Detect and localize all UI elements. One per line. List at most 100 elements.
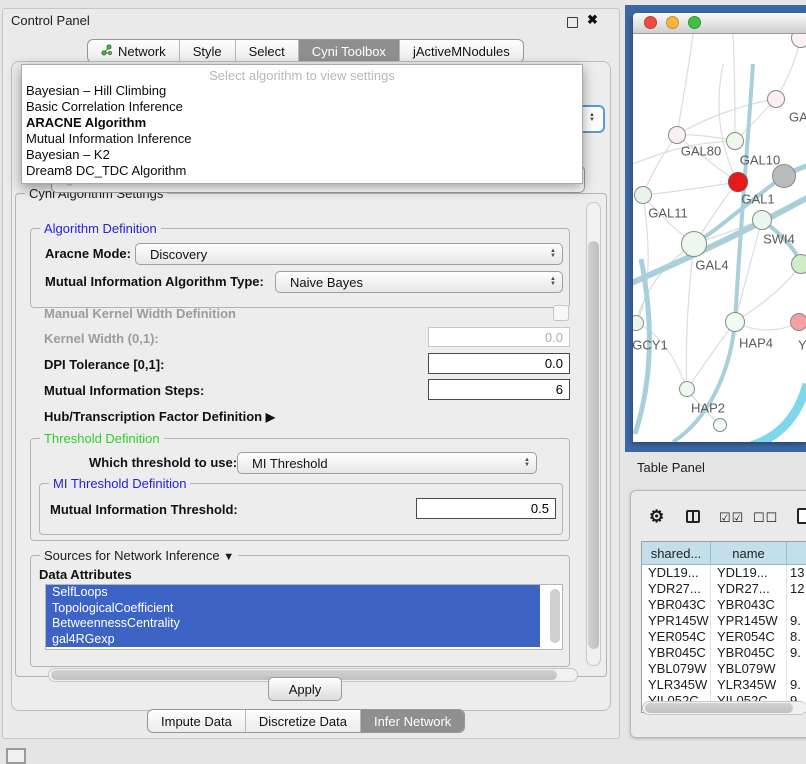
node-label: HAP2 [691,401,725,416]
mi-steps-input[interactable] [428,379,570,400]
dropdown-prompt: Select algorithm to view settings [22,65,582,83]
table-row[interactable]: YBR045CYBR045C9. [642,645,806,661]
attribute-item[interactable]: TopologicalCoefficient [46,601,540,617]
dpi-tolerance-label: DPI Tolerance [0,1]: [44,357,164,372]
algorithm-definition-group: Algorithm Definition Aracne Mode: Discov… [30,228,570,308]
combo-arrows-icon: ▲▼ [544,277,562,287]
table-row[interactable]: YLR345WYLR345W9. [642,677,806,693]
table-row[interactable]: YBR043CYBR043C [642,597,806,613]
network-window-titlebar[interactable] [633,13,806,34]
minimize-window-icon[interactable] [666,16,679,29]
table-panel-title: Table Panel [637,460,705,475]
network-view-frame: GAL GAL80 GAL10 GAL1 GAL11 SWI4 GAL4 GCY… [625,5,806,452]
network-window[interactable]: GAL GAL80 GAL10 GAL1 GAL11 SWI4 GAL4 GCY… [633,13,806,442]
node-swi4[interactable] [752,210,772,230]
table-horizontal-scrollbar[interactable] [642,701,806,715]
mi-type-combo[interactable]: Naive Bayes ▲▼ [275,271,563,293]
tab-discretize-data[interactable]: Discretize Data [245,710,360,732]
table-header-row: shared... name [642,542,806,565]
node-salmon[interactable] [790,313,806,331]
node-green-right[interactable] [791,254,806,274]
control-panel: Control Panel ✖ Network Style Select [2,8,620,739]
group-title: Threshold Definition [40,431,164,446]
document-icon[interactable] [797,508,806,524]
apply-button[interactable]: Apply [268,677,342,701]
table-row[interactable]: YDR27...YDR27...12 [642,581,806,597]
expand-down-icon: ▼ [223,551,234,563]
table-row[interactable]: YBL079WYBL079W [642,661,806,677]
combo-arrows-icon: ▲▼ [544,249,562,259]
manual-kernel-checkbox[interactable] [553,305,569,321]
algorithm-option[interactable]: Dream8 DC_TDC Algorithm [22,163,582,179]
algorithm-option[interactable]: Bayesian – Hill Climbing [22,83,582,99]
node-hap2[interactable] [679,381,695,397]
aracne-mode-combo[interactable]: Discovery ▲▼ [135,243,563,265]
node-gal7[interactable] [767,90,785,108]
tab-jactivemnodules[interactable]: jActiveMNodules [399,40,523,62]
sources-expander[interactable]: Sources for Network Inference ▼ [40,548,238,563]
attribute-item[interactable]: gal4RGexp [46,632,540,648]
mi-type-label: Mutual Information Algorithm Type: [45,274,264,289]
aracne-mode-label: Aracne Mode: [45,246,131,261]
group-title: MI Threshold Definition [49,476,190,491]
gear-icon[interactable]: ⚙ [649,507,664,527]
deselect-all-checkboxes-icon[interactable]: ☐☐ [753,510,778,526]
cyni-bottom-tabbar: Impute Data Discretize Data Infer Networ… [147,709,465,733]
network-canvas[interactable]: GAL GAL80 GAL10 GAL1 GAL11 SWI4 GAL4 GCY… [633,34,806,442]
combo-arrows-icon: ▲▼ [583,113,601,123]
node-gal4[interactable] [681,231,707,257]
float-panel-icon[interactable] [567,17,578,28]
algorithm-option-selected[interactable]: ARACNE Algorithm [22,115,582,131]
node-label: GAL10 [740,153,780,168]
tab-impute-data[interactable]: Impute Data [148,710,245,732]
table-row[interactable]: YPR145WYPR145W9. [642,613,806,629]
dpi-tolerance-input[interactable] [428,353,570,374]
algorithm-option[interactable]: Basic Correlation Inference [22,99,582,115]
list-vertical-scrollbar[interactable] [550,589,560,643]
tab-select[interactable]: Select [235,40,298,62]
network-graph-icon [101,44,113,59]
node-gray[interactable] [772,164,796,188]
node-gal80[interactable] [668,126,686,144]
node-gal1-red[interactable] [728,172,748,192]
data-attributes-list: SelfLoops TopologicalCoefficient Between… [45,584,563,650]
node-gal10[interactable] [726,132,744,150]
group-title: Algorithm Definition [40,221,161,236]
node-gal11[interactable] [634,186,652,204]
algorithm-dropdown-popup: Select algorithm to view settings Bayesi… [21,64,583,184]
tab-network[interactable]: Network [88,40,179,62]
columns-icon[interactable] [686,510,700,523]
node-label: GAL80 [681,144,721,159]
column-header-cut[interactable] [787,542,806,564]
mi-threshold-label: Mutual Information Threshold: [50,502,238,517]
hub-factor-expander[interactable]: Hub/Transcription Factor Definition ▶ [44,409,275,424]
tab-cyni-toolbox[interactable]: Cyni Toolbox [298,40,399,62]
table-panel-window: ⚙ ☑☑ ☐☐ shared... name YDL19...YDL19...1… [630,490,806,738]
column-header-shared-name[interactable]: shared... [642,542,711,564]
column-header-name[interactable]: name [711,542,787,564]
settings-vertical-scrollbar[interactable] [586,202,601,666]
node-hap4[interactable] [725,312,745,332]
table-row[interactable]: YDL19...YDL19...13 [642,565,806,581]
node-bottom[interactable] [713,418,727,432]
algorithm-option[interactable]: Mutual Information Inference [22,131,582,147]
attribute-item[interactable]: BetweennessCentrality [46,616,540,632]
which-threshold-combo[interactable]: MI Threshold ▲▼ [237,452,537,474]
select-all-checkboxes-icon[interactable]: ☑☑ [719,510,744,526]
algorithm-option[interactable]: Bayesian – K2 [22,147,582,163]
panel-title: Control Panel [11,13,90,28]
kernel-width-label: Kernel Width (0,1): [44,331,159,346]
kernel-width-input[interactable] [428,327,570,347]
attribute-item[interactable]: SelfLoops [46,585,540,601]
zoom-window-icon[interactable] [688,16,701,29]
control-panel-tabbar: Network Style Select Cyni Toolbox jActiv… [87,39,524,63]
mi-threshold-input[interactable] [416,498,556,519]
table-row[interactable]: YER054CYER054C8. [642,629,806,645]
which-threshold-label: Which threshold to use: [89,455,237,470]
combo-arrows-icon: ▲▼ [518,458,536,468]
close-panel-icon[interactable]: ✖ [587,12,598,28]
node-label: HAP4 [739,336,773,351]
tab-style[interactable]: Style [179,40,235,62]
close-window-icon[interactable] [644,16,657,29]
tab-infer-network[interactable]: Infer Network [360,710,464,732]
